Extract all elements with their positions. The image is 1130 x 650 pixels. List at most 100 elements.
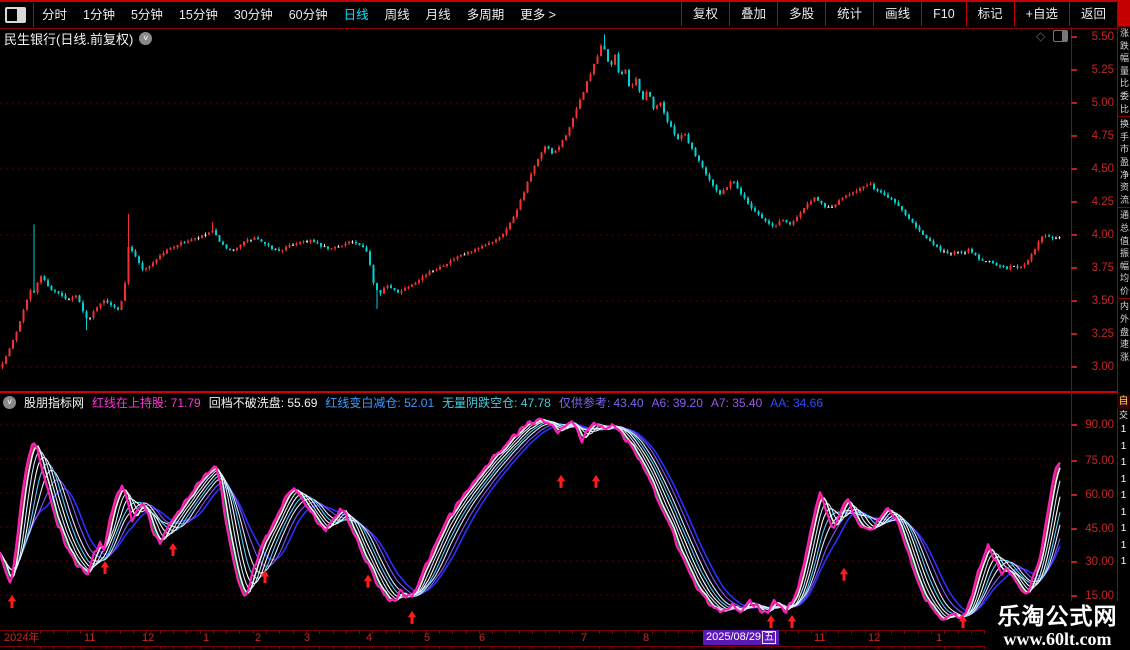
candlestick-chart[interactable] bbox=[0, 27, 1071, 393]
minor-tick bbox=[465, 631, 467, 634]
tool-item-画线[interactable]: 画线 bbox=[873, 2, 921, 26]
strip-char[interactable]: 比 bbox=[1118, 77, 1130, 90]
month-label: 8 bbox=[643, 632, 650, 644]
month-label: 1 bbox=[203, 632, 210, 644]
axis-label: 3.75 bbox=[1091, 262, 1114, 274]
strip-char[interactable]: 通 bbox=[1118, 209, 1130, 222]
minor-tick bbox=[944, 631, 946, 634]
strip-char[interactable]: 内 bbox=[1118, 300, 1130, 313]
minor-tick bbox=[106, 631, 108, 634]
strip-char[interactable]: 委 bbox=[1118, 90, 1130, 103]
minor-tick bbox=[571, 631, 573, 634]
axis-tick bbox=[1071, 267, 1077, 269]
buy-arrow bbox=[556, 474, 566, 488]
timeframe-item-月线[interactable]: 月线 bbox=[418, 3, 459, 27]
minor-tick bbox=[625, 631, 627, 634]
minor-tick bbox=[532, 631, 533, 634]
time-axis[interactable]: 2024年111212345678011121 bbox=[0, 630, 1117, 647]
minor-tick bbox=[558, 631, 560, 634]
strip-char[interactable]: 净 bbox=[1118, 169, 1130, 182]
axis-label: 90.00 bbox=[1085, 419, 1114, 431]
strip-char[interactable]: 外 bbox=[1118, 313, 1130, 326]
tool-item-多股[interactable]: 多股 bbox=[777, 2, 825, 26]
minor-tick bbox=[39, 631, 41, 634]
axis-tick bbox=[1071, 102, 1077, 104]
legend-item: 红线变白减仓: 52.01 bbox=[325, 396, 435, 410]
minor-tick bbox=[345, 631, 347, 634]
strip-char[interactable]: 涨 bbox=[1118, 27, 1130, 40]
minor-tick bbox=[824, 631, 826, 634]
strip-char[interactable]: 换 bbox=[1118, 118, 1130, 131]
buy-arrow bbox=[363, 574, 373, 588]
strip-char[interactable]: 跌 bbox=[1118, 40, 1130, 53]
timeframe-item-5分钟[interactable]: 5分钟 bbox=[123, 3, 171, 27]
right-strip-indicator-section[interactable]: 自交 1 1 1 1 1 1 1 1 1 bbox=[1117, 395, 1130, 571]
axis-tick bbox=[1071, 424, 1077, 426]
timeframe-item-多周期[interactable]: 多周期 bbox=[459, 3, 513, 27]
tool-item-标记[interactable]: 标记 bbox=[965, 2, 1014, 26]
month-label: 6 bbox=[479, 632, 486, 644]
buy-arrow bbox=[100, 561, 110, 574]
strip-char[interactable]: 比 bbox=[1118, 103, 1130, 116]
legend-item: 仅供参考: 43.40 bbox=[558, 396, 644, 410]
strip-char[interactable]: 流 bbox=[1118, 194, 1130, 207]
trading-app-window: 分时 1分钟 5分钟 15分钟 30分钟 60分钟 日线 周线 月线 多周期 更多 > 复权 叠加 多股… bbox=[0, 0, 1130, 650]
axis-label: 30.00 bbox=[1085, 556, 1114, 568]
timeframe-item-周线[interactable]: 周线 bbox=[377, 3, 418, 27]
indicator-collapse-icon[interactable]: ˅ bbox=[3, 396, 16, 409]
timeframe-item-更多 >[interactable]: 更多 > bbox=[512, 3, 564, 27]
strip-char[interactable]: 值 bbox=[1118, 235, 1130, 248]
minor-tick bbox=[239, 631, 241, 634]
tool-item-叠加[interactable]: 叠加 bbox=[729, 2, 777, 26]
axis-label: 5.50 bbox=[1091, 31, 1114, 43]
minor-tick bbox=[917, 631, 919, 634]
chart-title-row: 民生银行(日线.前复权) ˅ bbox=[4, 29, 153, 48]
tool-item-F10[interactable]: F10 bbox=[921, 2, 966, 26]
legend-item: 红线在上持股: 71.79 bbox=[92, 396, 201, 410]
strip-char[interactable]: 量 bbox=[1118, 65, 1130, 78]
panel-split-icon[interactable] bbox=[1053, 30, 1069, 42]
minor-tick bbox=[452, 631, 454, 634]
timeframe-item-30分钟[interactable]: 30分钟 bbox=[226, 3, 281, 27]
strip-char[interactable]: 振 bbox=[1118, 247, 1130, 260]
strip-char[interactable]: 幅 bbox=[1118, 260, 1130, 273]
strip-char[interactable]: 盈 bbox=[1118, 156, 1130, 169]
tool-item-复权[interactable]: 复权 bbox=[681, 2, 729, 26]
indicator-chart[interactable] bbox=[0, 393, 1071, 630]
right-strip-header[interactable] bbox=[1118, 0, 1130, 27]
layout-split-icon[interactable] bbox=[5, 7, 26, 23]
timeframe-item-日线[interactable]: 日线 bbox=[336, 3, 377, 27]
cursor-weekday: 五 bbox=[762, 631, 777, 644]
strip-head[interactable]: 自 bbox=[1117, 395, 1130, 409]
tool-item-统计[interactable]: 统计 bbox=[825, 2, 873, 26]
strip-char[interactable]: 市 bbox=[1118, 143, 1130, 156]
timeframe-item-15分钟[interactable]: 15分钟 bbox=[171, 3, 226, 27]
strip-char[interactable]: 速 bbox=[1118, 338, 1130, 351]
timeframe-item-分时[interactable]: 分时 bbox=[34, 3, 75, 27]
strip-char[interactable]: 幅 bbox=[1118, 52, 1130, 65]
cursor-date-text: 2025/08/29 bbox=[706, 631, 762, 643]
tool-item-返回[interactable]: 返回 bbox=[1068, 2, 1117, 26]
axis-label: 75.00 bbox=[1085, 455, 1114, 467]
chevron-down-icon[interactable]: ˅ bbox=[139, 32, 153, 45]
axis-tick bbox=[1071, 135, 1077, 137]
minor-tick bbox=[159, 631, 161, 634]
strip-char[interactable]: 均 bbox=[1118, 272, 1130, 285]
tool-item-+自选[interactable]: +自选 bbox=[1013, 2, 1069, 26]
axis-tick bbox=[1071, 333, 1077, 335]
diamond-icon[interactable]: ◇ bbox=[1036, 29, 1045, 43]
minor-tick bbox=[478, 631, 480, 634]
strip-digit: 1 bbox=[1120, 556, 1127, 567]
strip-char[interactable]: 手 bbox=[1118, 131, 1130, 144]
strip-char[interactable]: 总 bbox=[1118, 222, 1130, 235]
strip-char[interactable]: 资 bbox=[1118, 181, 1130, 194]
strip-char[interactable]: 盘 bbox=[1118, 326, 1130, 339]
month-label: 2024年 bbox=[4, 632, 40, 644]
timeframe-item-1分钟[interactable]: 1分钟 bbox=[75, 3, 123, 27]
timeframe-item-60分钟[interactable]: 60分钟 bbox=[281, 3, 336, 27]
axis-label: 3.25 bbox=[1091, 328, 1114, 340]
axis-label: 5.25 bbox=[1091, 64, 1114, 76]
strip-char[interactable]: 涨 bbox=[1118, 351, 1130, 364]
strip-char[interactable]: 价 bbox=[1118, 285, 1130, 298]
indicator-name[interactable]: 股朋指标网 bbox=[24, 394, 84, 411]
